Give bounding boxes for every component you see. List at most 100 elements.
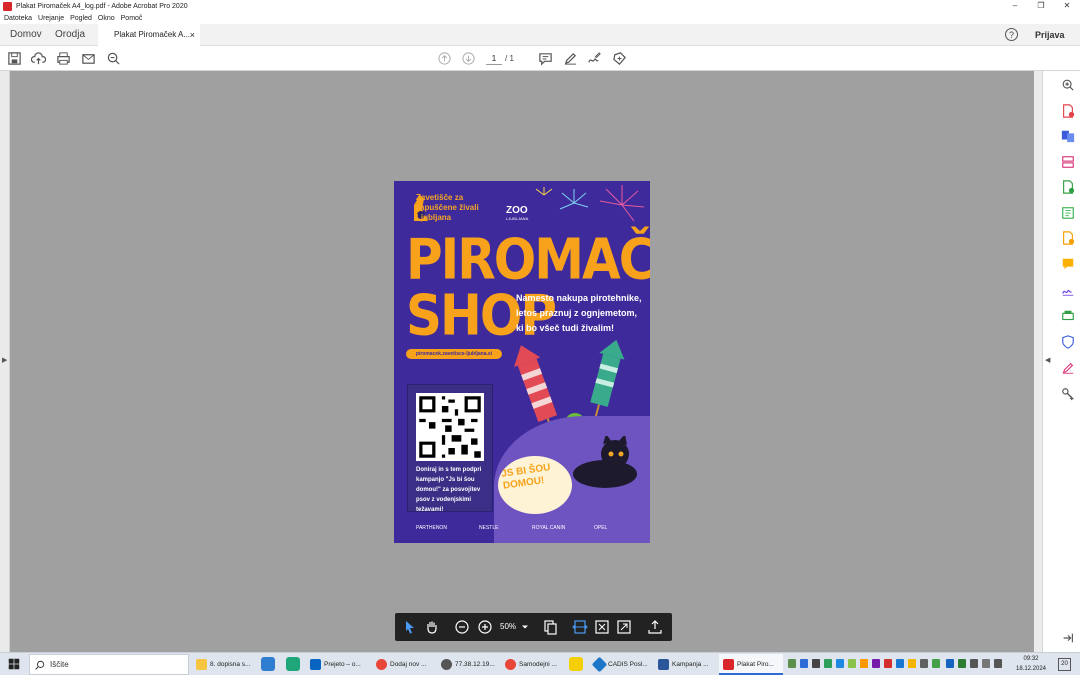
vertical-scrollbar[interactable]: [1034, 71, 1042, 652]
print-production-icon[interactable]: [1061, 309, 1075, 323]
taskbar-item-explorer[interactable]: 8. dopisna s...: [192, 654, 256, 675]
fill-sign-icon[interactable]: [1061, 231, 1075, 245]
taskbar-item-label: Prejeto – o...: [324, 661, 361, 668]
remote-desktop-icon: [441, 659, 452, 670]
tray-app-icon[interactable]: [848, 659, 856, 668]
search-icon: [35, 660, 45, 670]
edit-pdf-icon[interactable]: [1061, 206, 1075, 220]
ie-icon[interactable]: [261, 657, 275, 671]
taskbar-search[interactable]: Iščite: [29, 654, 189, 675]
chrome-icon: [376, 659, 387, 670]
network-icon[interactable]: [982, 659, 990, 668]
create-pdf-icon[interactable]: [1061, 104, 1075, 118]
collapse-pane-icon[interactable]: [1061, 631, 1075, 645]
organize-pages-icon[interactable]: [1061, 155, 1075, 169]
hand-tool-icon[interactable]: [424, 619, 440, 635]
tab-tools[interactable]: Orodja: [55, 24, 85, 46]
help-icon[interactable]: ?: [1005, 28, 1018, 41]
taskbar-item-acrobat[interactable]: Plakat Piro...: [719, 654, 783, 675]
tray-app-icon[interactable]: [908, 659, 916, 668]
taskbar-item-label: Dodaj nov ...: [390, 661, 427, 668]
fit-page-icon[interactable]: [594, 619, 610, 635]
protect-icon[interactable]: [1061, 335, 1075, 349]
zoom-level-select[interactable]: 50%: [500, 613, 516, 641]
prev-page-icon[interactable]: [437, 51, 452, 66]
full-screen-icon[interactable]: [616, 619, 632, 635]
collapse-right-icon[interactable]: ◀: [1045, 356, 1050, 364]
menu-file[interactable]: Datoteka: [4, 15, 32, 22]
zoom-icon[interactable]: [1061, 78, 1075, 92]
fit-width-icon[interactable]: [572, 619, 588, 635]
comment-icon[interactable]: [538, 51, 553, 66]
volume-icon[interactable]: [994, 659, 1002, 668]
sign-icon[interactable]: [587, 51, 602, 66]
taskbar-item-chrome-2[interactable]: Samodejni ...: [501, 654, 565, 675]
highlight-pen-icon[interactable]: [563, 51, 578, 66]
page-number-input[interactable]: 1: [486, 52, 502, 65]
tab-document[interactable]: Plakat Piromaček A... ×: [98, 24, 200, 46]
onenote-icon[interactable]: [872, 659, 880, 668]
tray-app-icon[interactable]: [932, 659, 940, 668]
share-upload-icon[interactable]: [647, 619, 663, 635]
taskbar-item-outlook[interactable]: Prejeto – o...: [306, 654, 370, 675]
tray-app-icon[interactable]: [920, 659, 928, 668]
page-total: / 1: [505, 54, 514, 63]
tray-app-icon[interactable]: [860, 659, 868, 668]
notification-center-icon[interactable]: 20: [1058, 658, 1071, 671]
menu-edit[interactable]: Urejanje: [38, 15, 64, 22]
upload-cloud-icon[interactable]: [31, 51, 46, 66]
minimize-button[interactable]: –: [1002, 0, 1028, 12]
print-icon[interactable]: [56, 51, 71, 66]
menu-window[interactable]: Okno: [98, 15, 115, 22]
tray-app-icon[interactable]: [788, 659, 796, 668]
request-signature-icon[interactable]: [1061, 283, 1075, 297]
toolbar: 1 / 1: [0, 46, 1080, 71]
chevron-down-icon[interactable]: [519, 621, 531, 633]
signin-button[interactable]: Prijava: [1035, 24, 1065, 46]
stamp-icon[interactable]: [612, 51, 627, 66]
save-icon[interactable]: [7, 51, 22, 66]
tray-app-icon[interactable]: [824, 659, 832, 668]
zoom-out-icon[interactable]: [454, 619, 470, 635]
clock-date: 18.12.2024: [1015, 666, 1047, 672]
system-clock[interactable]: 09:32 18.12.2024: [1012, 654, 1050, 674]
tray-app-icon[interactable]: [958, 659, 966, 668]
more-tools-icon[interactable]: [1061, 387, 1075, 401]
black-cat-illustration: [573, 436, 637, 488]
sponsor-opel: OPEL: [594, 525, 608, 531]
menu-view[interactable]: Pogled: [70, 15, 92, 22]
zoom-search-icon[interactable]: [106, 51, 121, 66]
combine-files-icon[interactable]: [1061, 129, 1075, 143]
acrobat-icon: [3, 1, 12, 11]
page-view-icon[interactable]: [542, 619, 558, 635]
windows-start-icon[interactable]: [8, 658, 20, 670]
left-panel-toggle[interactable]: ▶: [0, 71, 10, 652]
tab-document-label: Plakat Piromaček A...: [114, 30, 191, 39]
taskbar-item-label: 77.38.12.19...: [455, 661, 495, 668]
taskbar-item-chrome[interactable]: Dodaj nov ...: [372, 654, 436, 675]
tray-app-icon[interactable]: [836, 659, 844, 668]
edge-icon[interactable]: [286, 657, 300, 671]
tray-app-icon[interactable]: [812, 659, 820, 668]
close-window-button[interactable]: ✕: [1054, 0, 1080, 12]
tray-app-icon[interactable]: [884, 659, 892, 668]
tray-app-icon[interactable]: [800, 659, 808, 668]
tray-app-icon[interactable]: [970, 659, 978, 668]
fill-sign-pen-icon[interactable]: [1061, 361, 1075, 375]
comment-tool-icon[interactable]: [1061, 257, 1075, 271]
select-cursor-icon[interactable]: [402, 619, 418, 635]
tab-close-button[interactable]: ×: [190, 24, 195, 46]
tab-home[interactable]: Domov: [10, 24, 42, 46]
taskbar-item-remote[interactable]: 77.38.12.19...: [437, 654, 501, 675]
mail-tray-icon[interactable]: [896, 659, 904, 668]
taskbar-item-cadis[interactable]: CADIS Posl...: [590, 654, 654, 675]
info-icon[interactable]: [946, 659, 954, 668]
sticky-notes-icon[interactable]: [569, 657, 583, 671]
taskbar-item-word[interactable]: Kampanja ...: [654, 654, 718, 675]
mail-icon[interactable]: [81, 51, 96, 66]
export-pdf-icon[interactable]: [1061, 180, 1075, 194]
zoom-in-icon[interactable]: [477, 619, 493, 635]
restore-button[interactable]: ❐: [1028, 0, 1054, 12]
next-page-icon[interactable]: [461, 51, 476, 66]
menu-help[interactable]: Pomoč: [121, 15, 143, 22]
